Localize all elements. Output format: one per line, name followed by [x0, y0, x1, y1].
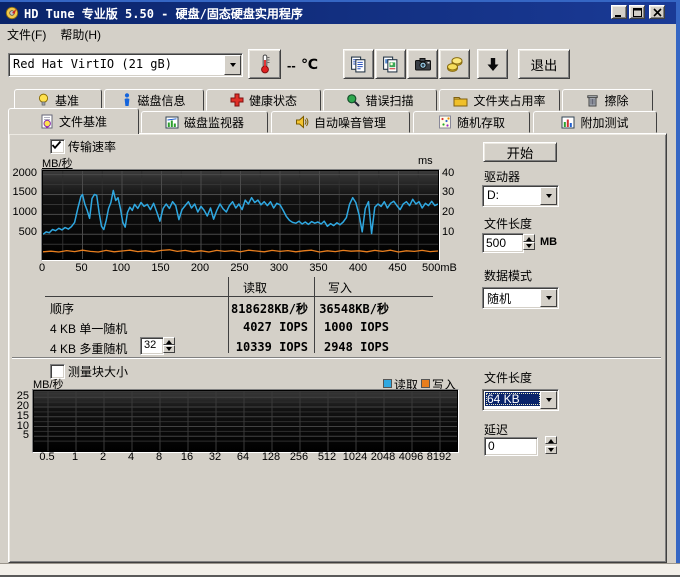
red-cross-icon — [230, 93, 244, 107]
drive-dropdown-value: D: — [487, 188, 540, 202]
download-button[interactable] — [477, 49, 508, 79]
magnifier-icon — [346, 93, 360, 107]
chevron-down-icon[interactable] — [540, 391, 557, 409]
exit-button[interactable]: 退出 — [518, 49, 570, 79]
tab-erase-label: 擦除 — [604, 92, 628, 109]
delay-stepper[interactable] — [545, 436, 557, 454]
maximize-button[interactable] — [629, 5, 645, 19]
exit-button-label: 退出 — [531, 55, 558, 74]
tab-disk-monitor[interactable]: 磁盘监视器 — [141, 111, 268, 133]
tab-content-panel — [8, 133, 667, 563]
window-border-bottom — [0, 563, 680, 575]
tab-benchmark-label: 基准 — [55, 92, 79, 109]
tab-extra-tests-label: 附加测试 — [580, 114, 628, 131]
app-icon — [5, 6, 19, 20]
close-button[interactable] — [649, 5, 665, 19]
block-file-length-value: 64 KB — [485, 392, 541, 406]
transfer-rate-checkbox[interactable] — [50, 139, 65, 154]
trash-icon — [586, 93, 599, 107]
delay-field[interactable]: 0 — [484, 437, 538, 456]
screenshot-button[interactable] — [407, 49, 438, 79]
lightbulb-icon — [37, 93, 50, 107]
copy-text-button[interactable] — [343, 49, 374, 79]
speaker-icon — [295, 115, 309, 129]
tab-disk-info-label: 磁盘信息 — [137, 92, 185, 109]
arrow-down-icon — [485, 56, 501, 73]
transfer-rate-checkbox-label[interactable]: 传输速率 — [68, 138, 116, 155]
save-button[interactable] — [439, 49, 470, 79]
info-icon — [122, 93, 132, 107]
tab-disk-monitor-label: 磁盘监视器 — [184, 114, 244, 131]
tab-error-scan[interactable]: 错误扫描 — [323, 89, 437, 111]
menu-bar: 文件(F) 帮助(H) — [0, 24, 676, 44]
block-file-length-dropdown[interactable]: 64 KB — [482, 389, 559, 411]
block-size-checkbox[interactable] — [50, 364, 65, 379]
tab-folder-usage[interactable]: 文件夹占用率 — [439, 89, 560, 111]
tab-auto-acoustic[interactable]: 自动噪音管理 — [271, 111, 410, 133]
tab-file-benchmark-label: 文件基准 — [59, 113, 107, 130]
hdtune-window: HD Tune 专业版 5.50 - 硬盘/固态硬盘实用程序 文件(F) 帮助(… — [0, 0, 680, 577]
thermometer-icon — [258, 54, 272, 74]
spinner-down-icon[interactable] — [163, 345, 175, 353]
tab-file-benchmark[interactable]: 文件基准 — [8, 108, 139, 134]
temperature-unit: ℃ — [301, 56, 318, 73]
data-mode-dropdown[interactable]: 随机 — [482, 287, 559, 309]
chevron-down-icon[interactable] — [224, 55, 241, 75]
gold-disks-icon — [446, 56, 464, 73]
chevron-down-icon[interactable] — [540, 187, 557, 205]
drive-select-combobox[interactable]: Red Hat VirtIO (21 gB) — [8, 53, 243, 77]
tab-extra-tests[interactable]: 附加测试 — [533, 111, 657, 133]
menu-help[interactable]: 帮助(H) — [53, 24, 108, 45]
tab-random-access[interactable]: 随机存取 — [413, 111, 530, 133]
scatter-dots-icon — [438, 115, 452, 129]
block-size-checkbox-label[interactable]: 测量块大小 — [68, 363, 128, 380]
tab-auto-acoustic-label: 自动噪音管理 — [314, 114, 386, 131]
temperature-button[interactable] — [248, 49, 281, 79]
page-bulb-icon — [40, 114, 54, 129]
file-length-field[interactable]: 500 — [482, 233, 524, 253]
chevron-down-icon[interactable] — [540, 289, 557, 307]
tab-health[interactable]: 健康状态 — [206, 89, 321, 111]
tab-health-label: 健康状态 — [249, 92, 297, 109]
minimize-button[interactable] — [611, 5, 627, 19]
title-bar[interactable]: HD Tune 专业版 5.50 - 硬盘/固态硬盘实用程序 — [0, 2, 676, 24]
window-border-right — [676, 0, 680, 563]
copy-image-icon — [382, 56, 399, 73]
folder-icon — [453, 94, 468, 107]
queue-depth-stepper[interactable] — [163, 337, 175, 353]
spinner-up-icon[interactable] — [545, 436, 557, 444]
spinner-up-icon[interactable] — [163, 337, 175, 345]
tab-folder-usage-label: 文件夹占用率 — [473, 92, 545, 109]
bar-chart-icon — [165, 116, 179, 129]
queue-depth-value: 32 — [144, 339, 156, 351]
drive-dropdown[interactable]: D: — [482, 185, 559, 207]
copy-image-button[interactable] — [375, 49, 406, 79]
mini-bar-chart-icon — [561, 116, 575, 129]
copy-text-icon — [350, 56, 367, 73]
file-length-value: 500 — [486, 236, 506, 250]
window-title: HD Tune 专业版 5.50 - 硬盘/固态硬盘实用程序 — [24, 5, 303, 22]
file-length-stepper[interactable] — [523, 234, 535, 250]
tab-erase[interactable]: 擦除 — [562, 89, 653, 111]
spinner-down-icon[interactable] — [545, 446, 557, 454]
spinner-up-icon[interactable] — [523, 234, 535, 242]
delay-value: 0 — [488, 439, 495, 453]
temperature-value: -- — [287, 58, 296, 73]
start-button-label: 开始 — [507, 143, 534, 162]
tab-error-scan-label: 错误扫描 — [365, 92, 413, 109]
data-mode-value: 随机 — [487, 290, 540, 307]
spinner-down-icon[interactable] — [523, 242, 535, 250]
drive-select-value: Red Hat VirtIO (21 gB) — [13, 57, 224, 71]
menu-file[interactable]: 文件(F) — [0, 24, 53, 45]
camera-icon — [414, 56, 432, 72]
start-button[interactable]: 开始 — [483, 142, 557, 162]
tab-random-access-label: 随机存取 — [457, 114, 505, 131]
queue-depth-field[interactable]: 32 — [140, 337, 164, 355]
